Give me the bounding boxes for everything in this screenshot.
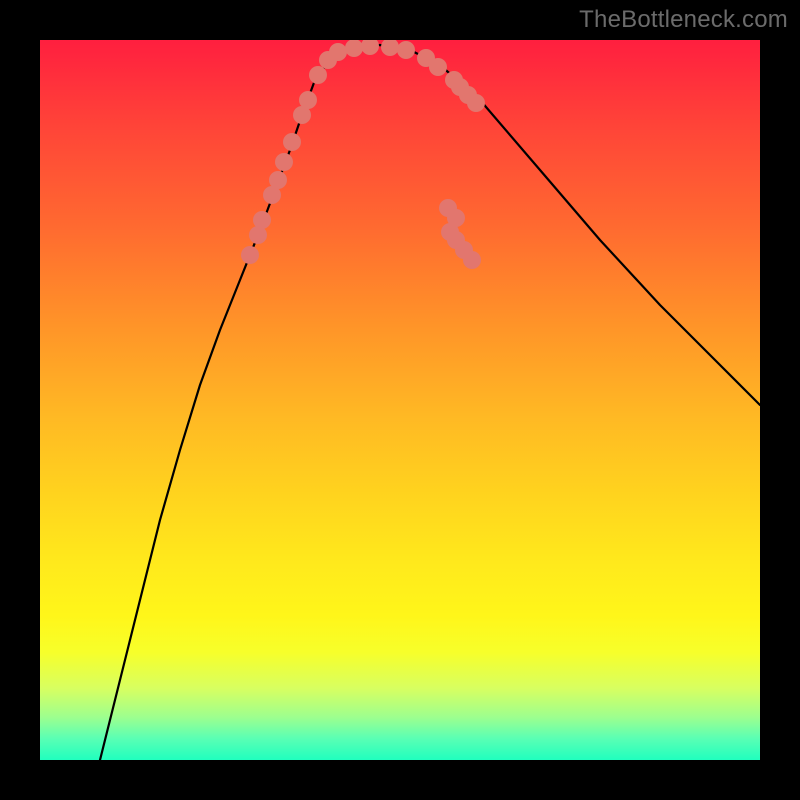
marker-dot — [269, 171, 287, 189]
marker-dot — [275, 153, 293, 171]
chart-frame: TheBottleneck.com — [0, 0, 800, 800]
marker-dot — [429, 58, 447, 76]
chart-svg — [40, 40, 760, 760]
marker-dot — [241, 246, 259, 264]
marker-dot — [309, 66, 327, 84]
marker-dot — [345, 40, 363, 57]
watermark-text: TheBottleneck.com — [579, 6, 788, 34]
highlight-markers — [241, 40, 485, 269]
plot-area — [40, 40, 760, 760]
marker-dot — [299, 91, 317, 109]
marker-dot — [467, 94, 485, 112]
marker-dot — [329, 43, 347, 61]
marker-dot — [361, 40, 379, 55]
bottleneck-curve — [100, 45, 760, 760]
marker-dot — [397, 41, 415, 59]
marker-dot — [283, 133, 301, 151]
marker-dot — [463, 251, 481, 269]
marker-dot — [253, 211, 271, 229]
marker-dot — [381, 40, 399, 56]
